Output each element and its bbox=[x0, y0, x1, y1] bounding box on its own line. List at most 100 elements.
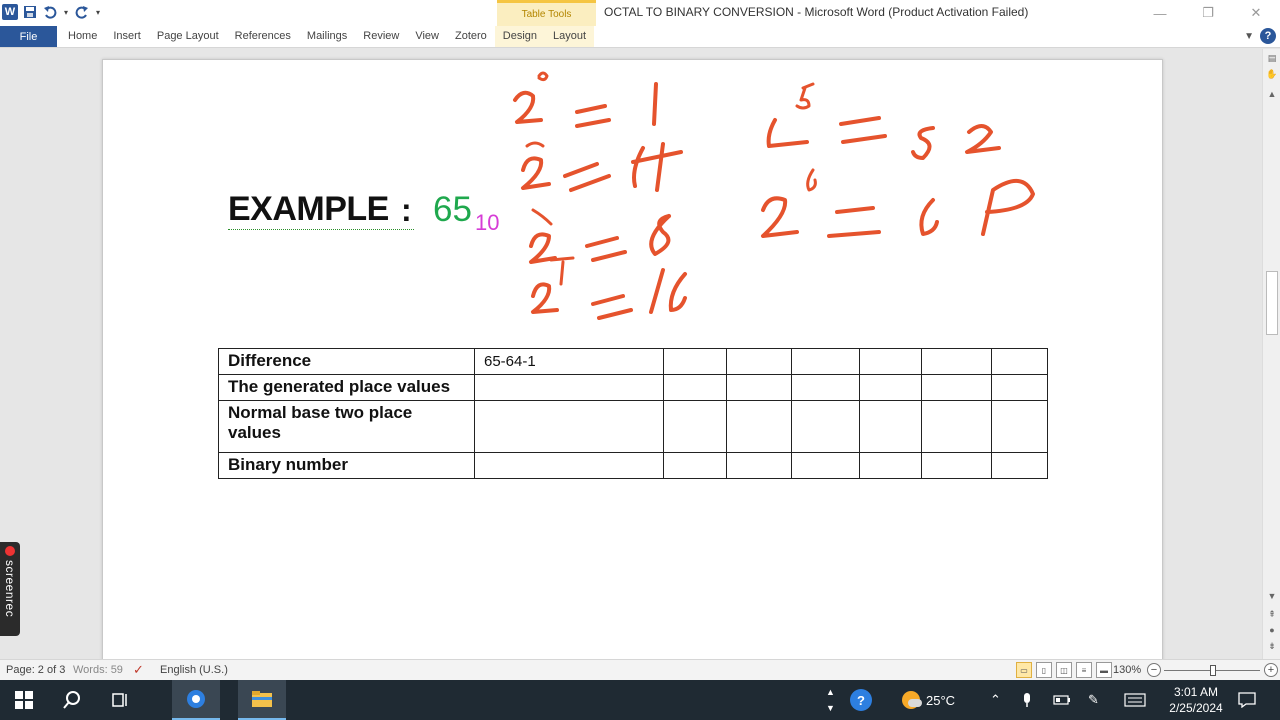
table-cell[interactable] bbox=[726, 348, 792, 375]
undo-icon[interactable] bbox=[42, 4, 58, 20]
tab-zotero[interactable]: Zotero bbox=[447, 26, 495, 47]
table-cell[interactable] bbox=[991, 400, 1048, 453]
help-tray-icon[interactable]: ? bbox=[850, 680, 872, 720]
windows-taskbar: ▲ ▼ ? 25°C ⌃ ✎ 3:01 AM 2/25/2024 bbox=[0, 680, 1280, 720]
document-page[interactable]: EXAMPLE : 65 10 Difference 65-64-1 The g… bbox=[102, 59, 1163, 664]
redo-icon[interactable] bbox=[74, 4, 90, 20]
ribbon-tabs: File Home Insert Page Layout References … bbox=[0, 26, 1280, 48]
touch-keyboard-icon[interactable] bbox=[1124, 680, 1146, 720]
print-layout-view-icon[interactable]: ▭ bbox=[1016, 662, 1032, 678]
tab-layout[interactable]: Layout bbox=[545, 26, 595, 47]
zoom-in-button[interactable]: + bbox=[1264, 663, 1278, 677]
weather-widget[interactable]: 25°C bbox=[902, 680, 955, 720]
next-page-icon[interactable]: ⇟ bbox=[1266, 641, 1278, 653]
save-icon[interactable] bbox=[22, 4, 38, 20]
scroll-down-arrow-icon[interactable]: ▼ bbox=[1266, 591, 1278, 603]
table-cell[interactable] bbox=[663, 374, 727, 401]
table-cell[interactable] bbox=[791, 400, 860, 453]
draft-view-icon[interactable]: ▬ bbox=[1096, 662, 1112, 678]
word-count[interactable]: Words: 59 bbox=[73, 664, 123, 676]
battery-icon[interactable] bbox=[1053, 680, 1071, 720]
zoom-level[interactable]: 130% bbox=[1113, 664, 1141, 676]
previous-page-icon[interactable]: ⇞ bbox=[1266, 609, 1278, 621]
task-view-icon[interactable] bbox=[96, 680, 144, 720]
notifications-icon[interactable] bbox=[1238, 680, 1256, 720]
table-cell[interactable] bbox=[921, 348, 992, 375]
taskbar-up-arrow-icon[interactable]: ▲ bbox=[826, 687, 835, 697]
table-cell[interactable] bbox=[991, 348, 1048, 375]
web-layout-view-icon[interactable]: ◫ bbox=[1056, 662, 1072, 678]
screenrec-widget[interactable]: screenrec bbox=[0, 542, 20, 636]
row-label-normal-base-two-place-values[interactable]: Normal base two place values bbox=[218, 400, 475, 453]
close-button[interactable]: ✕ bbox=[1232, 0, 1280, 26]
taskbar-scroll[interactable]: ▲ ▼ bbox=[826, 680, 835, 720]
search-icon[interactable] bbox=[48, 680, 96, 720]
table-cell[interactable] bbox=[791, 374, 860, 401]
taskbar-clock[interactable]: 3:01 AM 2/25/2024 bbox=[1160, 684, 1232, 716]
conversion-table[interactable]: Difference 65-64-1 The generated place v… bbox=[218, 348, 1048, 479]
undo-dropdown-icon[interactable]: ▾ bbox=[62, 4, 70, 20]
customize-qat-icon[interactable]: ▾ bbox=[94, 4, 102, 20]
microphone-icon[interactable] bbox=[1022, 680, 1032, 720]
ruler-toggle-icon[interactable]: ▤ bbox=[1266, 53, 1278, 65]
help-icon[interactable]: ? bbox=[1260, 28, 1276, 44]
tab-view[interactable]: View bbox=[407, 26, 447, 47]
table-cell[interactable] bbox=[726, 452, 792, 479]
table-cell[interactable] bbox=[859, 374, 922, 401]
restore-button[interactable]: ❐ bbox=[1184, 0, 1232, 26]
table-cell[interactable] bbox=[663, 348, 727, 375]
row-label-generated-place-values[interactable]: The generated place values bbox=[218, 374, 475, 401]
tab-home[interactable]: Home bbox=[60, 26, 105, 47]
vertical-scrollbar[interactable]: ▤ ✋ ▲ ▼ ⇞ ● ⇟ bbox=[1262, 49, 1280, 659]
table-cell[interactable] bbox=[991, 374, 1048, 401]
table-cell[interactable] bbox=[921, 374, 992, 401]
handwritten-ink-annotations bbox=[513, 71, 1035, 320]
tab-file[interactable]: File bbox=[0, 26, 57, 47]
tab-review[interactable]: Review bbox=[355, 26, 407, 47]
table-cell[interactable] bbox=[726, 374, 792, 401]
language-indicator[interactable]: English (U.S.) bbox=[160, 664, 228, 676]
table-cell[interactable] bbox=[791, 348, 860, 375]
table-cell[interactable] bbox=[859, 400, 922, 453]
table-cell[interactable] bbox=[663, 452, 727, 479]
pen-icon[interactable]: ✎ bbox=[1088, 680, 1099, 720]
row-label-binary-number[interactable]: Binary number bbox=[218, 452, 475, 479]
table-cell[interactable] bbox=[859, 452, 922, 479]
full-screen-reading-view-icon[interactable]: ▯ bbox=[1036, 662, 1052, 678]
ribbon-collapse-chevron-icon[interactable]: ▼ bbox=[1244, 31, 1254, 42]
table-cell[interactable] bbox=[726, 400, 792, 453]
page-count[interactable]: Page: 2 of 3 bbox=[6, 664, 65, 676]
file-explorer-icon[interactable] bbox=[238, 680, 286, 720]
select-browse-object-icon[interactable]: ● bbox=[1266, 625, 1278, 637]
taskbar-down-arrow-icon[interactable]: ▼ bbox=[826, 703, 835, 713]
table-cell[interactable] bbox=[859, 348, 922, 375]
outline-view-icon[interactable]: ≡ bbox=[1076, 662, 1092, 678]
table-cell[interactable] bbox=[791, 452, 860, 479]
tab-design[interactable]: Design bbox=[494, 26, 546, 47]
difference-value-cell[interactable]: 65-64-1 bbox=[474, 348, 664, 375]
word-app-icon[interactable]: W bbox=[2, 4, 18, 20]
table-cell[interactable] bbox=[474, 374, 664, 401]
table-cell[interactable] bbox=[991, 452, 1048, 479]
screenrec-taskbar-icon[interactable] bbox=[172, 680, 220, 720]
scroll-up-arrow-icon[interactable]: ▲ bbox=[1266, 89, 1278, 101]
table-cell[interactable] bbox=[474, 400, 664, 453]
tab-references[interactable]: References bbox=[227, 26, 299, 47]
table-cell[interactable] bbox=[663, 400, 727, 453]
proofing-icon[interactable]: ✓ bbox=[133, 662, 149, 678]
show-hidden-icons-chevron-icon[interactable]: ⌃ bbox=[990, 680, 1001, 720]
pan-hand-icon[interactable]: ✋ bbox=[1266, 69, 1278, 81]
minimize-button[interactable]: — bbox=[1136, 0, 1184, 26]
scroll-thumb[interactable] bbox=[1266, 271, 1278, 335]
tab-mailings[interactable]: Mailings bbox=[299, 26, 355, 47]
zoom-out-button[interactable]: − bbox=[1147, 663, 1161, 677]
row-label-difference[interactable]: Difference bbox=[218, 348, 475, 375]
tab-insert[interactable]: Insert bbox=[105, 26, 149, 47]
table-cell[interactable] bbox=[474, 452, 664, 479]
table-cell[interactable] bbox=[921, 452, 992, 479]
tab-page-layout[interactable]: Page Layout bbox=[149, 26, 227, 47]
table-cell[interactable] bbox=[921, 400, 992, 453]
start-button[interactable] bbox=[0, 680, 48, 720]
zoom-slider-handle[interactable] bbox=[1210, 665, 1216, 676]
clock-time: 3:01 AM bbox=[1173, 685, 1219, 699]
